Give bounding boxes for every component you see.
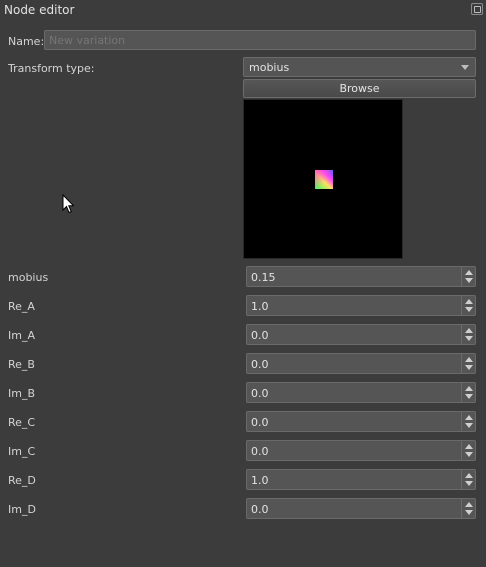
spin-down-icon[interactable]	[465, 336, 473, 341]
param-label: Im_B	[8, 387, 36, 400]
param-label: Re_B	[8, 358, 35, 371]
param-value[interactable]: 1.0	[251, 474, 269, 487]
transform-type-select[interactable]: mobius	[243, 57, 476, 77]
spin-up-icon[interactable]	[465, 502, 473, 507]
float-icon[interactable]	[471, 3, 483, 15]
param-label: Re_A	[8, 300, 35, 313]
spin-buttons	[461, 470, 475, 489]
chevron-down-icon	[461, 65, 469, 70]
spin-buttons	[461, 383, 475, 402]
param-value[interactable]: 0.0	[251, 329, 269, 342]
param-label: mobius	[8, 271, 49, 284]
spin-down-icon[interactable]	[465, 365, 473, 370]
param-value[interactable]: 1.0	[251, 300, 269, 313]
spin-buttons	[461, 354, 475, 373]
param-spinbox[interactable]: 0.0	[246, 353, 476, 374]
param-label: Im_D	[8, 503, 36, 516]
spin-up-icon[interactable]	[465, 444, 473, 449]
param-spinbox[interactable]: 0.0	[246, 382, 476, 403]
param-spinbox[interactable]: 0.0	[246, 440, 476, 461]
param-spinbox[interactable]: 1.0	[246, 469, 476, 490]
param-spinbox[interactable]: 0.15	[246, 266, 476, 287]
param-label: Re_D	[8, 474, 36, 487]
name-input[interactable]	[44, 30, 476, 50]
spin-buttons	[461, 296, 475, 315]
param-spinbox[interactable]: 0.0	[246, 411, 476, 432]
param-value[interactable]: 0.0	[251, 387, 269, 400]
browse-button[interactable]: Browse	[243, 79, 476, 98]
variation-preview	[243, 99, 403, 259]
spin-up-icon[interactable]	[465, 328, 473, 333]
spin-buttons	[461, 499, 475, 518]
spin-down-icon[interactable]	[465, 394, 473, 399]
param-spinbox[interactable]: 0.0	[246, 498, 476, 519]
spin-up-icon[interactable]	[465, 357, 473, 362]
spin-up-icon[interactable]	[465, 386, 473, 391]
spin-up-icon[interactable]	[465, 299, 473, 304]
mouse-cursor-icon	[62, 194, 74, 214]
param-value[interactable]: 0.0	[251, 445, 269, 458]
preview-swatch	[315, 170, 333, 189]
transform-type-value: mobius	[249, 61, 290, 74]
param-value[interactable]: 0.0	[251, 358, 269, 371]
spin-buttons	[461, 325, 475, 344]
name-label: Name:	[8, 35, 45, 48]
spin-down-icon[interactable]	[465, 510, 473, 515]
spin-buttons	[461, 412, 475, 431]
spin-buttons	[461, 267, 475, 286]
window-title: Node editor	[4, 3, 75, 17]
spin-down-icon[interactable]	[465, 481, 473, 486]
title-bar: Node editor	[0, 0, 486, 20]
spin-down-icon[interactable]	[465, 452, 473, 457]
param-label: Im_C	[8, 445, 36, 458]
spin-down-icon[interactable]	[465, 307, 473, 312]
spin-buttons	[461, 441, 475, 460]
param-value[interactable]: 0.0	[251, 503, 269, 516]
spin-down-icon[interactable]	[465, 423, 473, 428]
spin-up-icon[interactable]	[465, 270, 473, 275]
param-label: Im_A	[8, 329, 35, 342]
param-value[interactable]: 0.15	[251, 271, 276, 284]
param-spinbox[interactable]: 0.0	[246, 324, 476, 345]
spin-up-icon[interactable]	[465, 415, 473, 420]
spin-down-icon[interactable]	[465, 278, 473, 283]
spin-up-icon[interactable]	[465, 473, 473, 478]
param-value[interactable]: 0.0	[251, 416, 269, 429]
param-spinbox[interactable]: 1.0	[246, 295, 476, 316]
param-label: Re_C	[8, 416, 36, 429]
transform-type-label: Transform type:	[8, 62, 95, 75]
